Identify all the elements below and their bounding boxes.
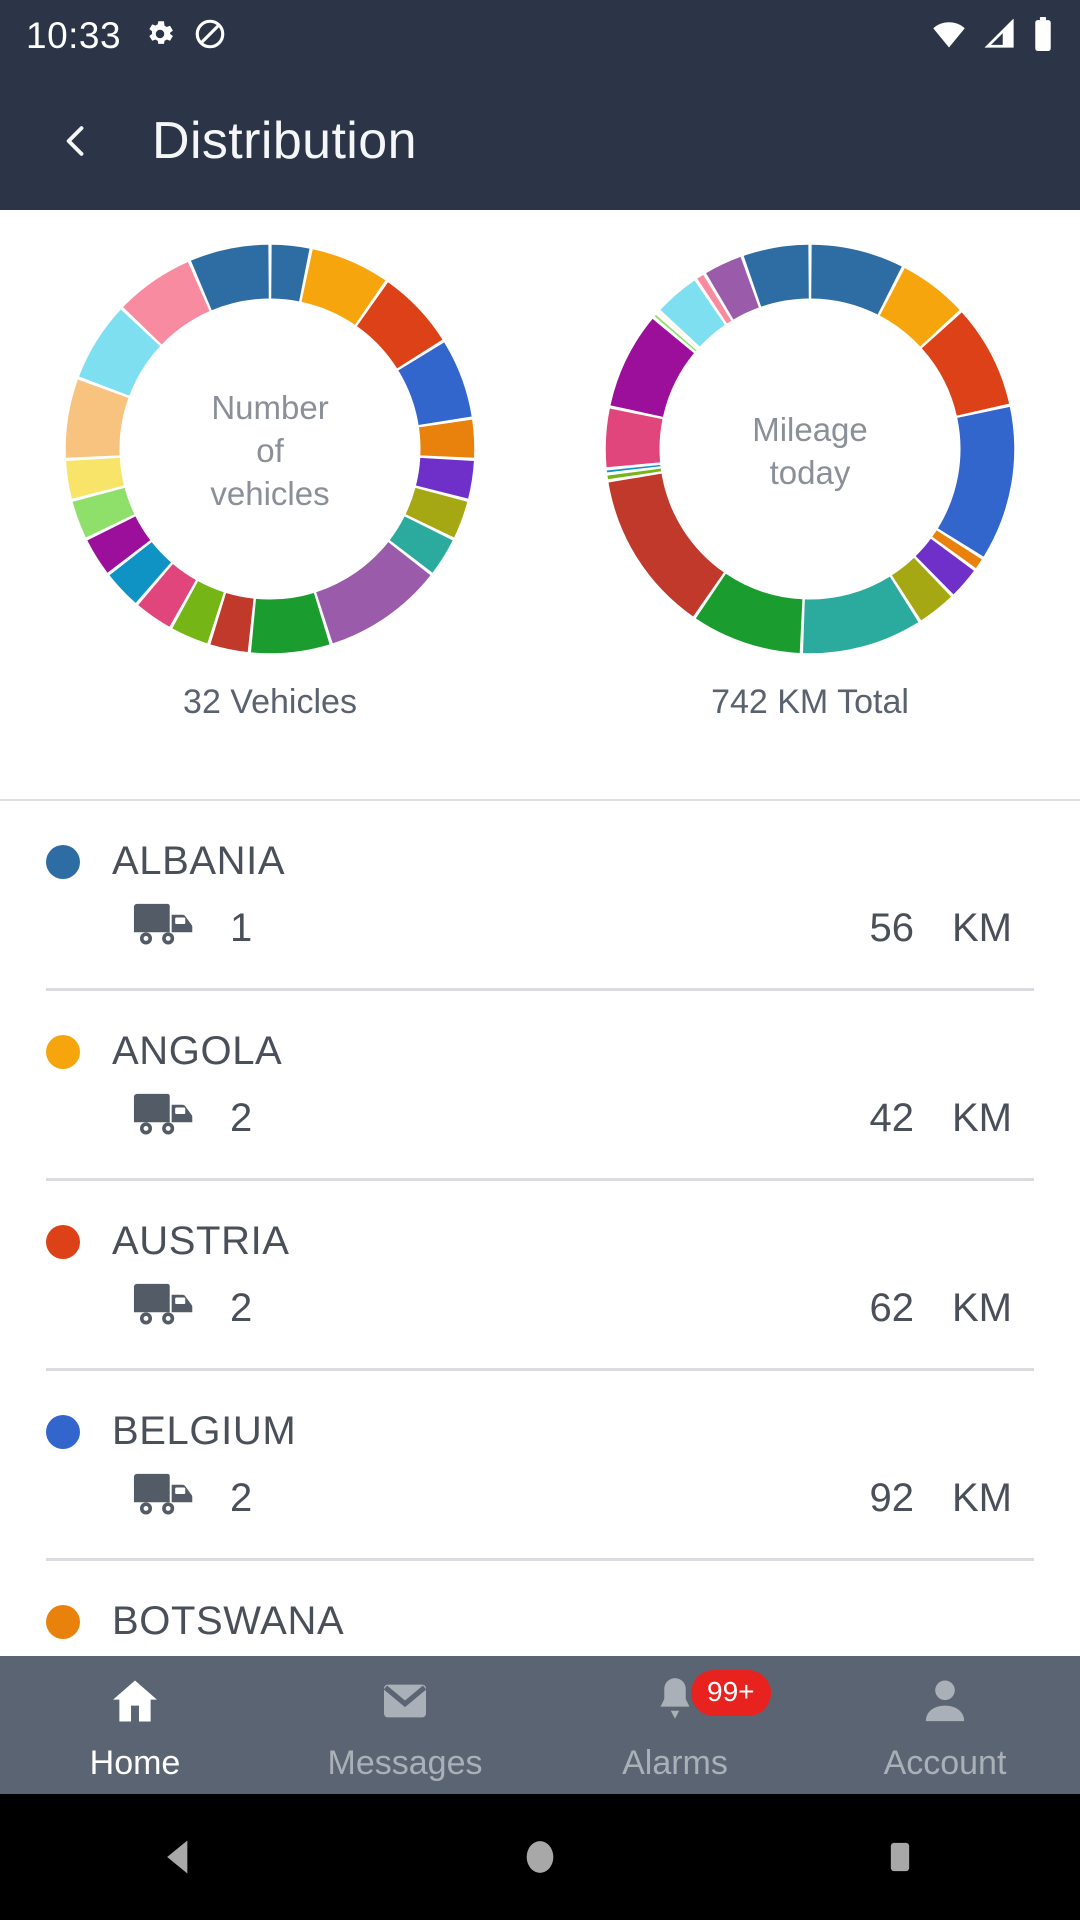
vehicle-count: 2	[230, 1286, 252, 1331]
android-home-button[interactable]	[480, 1794, 600, 1920]
bottom-navigation-bar: Home Messages Alarms 99+ Account	[0, 1656, 1080, 1794]
battery-icon	[1032, 17, 1054, 56]
list-item-body: 2 42 KM	[0, 1074, 1080, 1147]
country-name: BOTSWANA	[112, 1599, 344, 1644]
triangle-back-icon	[158, 1835, 202, 1879]
nav-item-label: Messages	[328, 1744, 483, 1783]
distance-value: 62	[870, 1286, 915, 1331]
nav-item-label: Alarms	[622, 1744, 728, 1783]
truck-icon	[132, 900, 202, 952]
truck-icon-wrap	[132, 1470, 202, 1527]
list-item[interactable]: BOTSWANA	[0, 1561, 1080, 1656]
country-name: AUSTRIA	[112, 1219, 290, 1264]
circle-home-icon	[520, 1837, 560, 1877]
nav-item-home[interactable]: Home	[0, 1656, 270, 1794]
charts-section: Number of vehicles 32 Vehicles Mileage t…	[0, 210, 1080, 799]
list-item[interactable]: BELGIUM 2 92 KM	[0, 1371, 1080, 1561]
vehicle-count: 2	[230, 1096, 252, 1141]
vehicles-chart-cell: Number of vehicles 32 Vehicles	[0, 210, 540, 799]
donut-slice[interactable]	[609, 474, 724, 617]
settings-gear-icon	[143, 17, 177, 56]
donut-slice[interactable]	[419, 420, 474, 458]
vehicles-total-caption: 32 Vehicles	[183, 683, 357, 722]
do-not-disturb-icon	[193, 17, 227, 56]
donut-slice[interactable]	[610, 319, 694, 417]
nav-item-label: Account	[884, 1744, 1007, 1783]
mail-icon	[377, 1673, 433, 1729]
list-item-header: AUSTRIA	[0, 1181, 1080, 1264]
distance-unit: KM	[952, 1476, 1024, 1521]
country-color-dot	[46, 1225, 80, 1259]
chevron-left-icon	[54, 119, 98, 163]
country-name: ANGOLA	[112, 1029, 282, 1074]
list-item-body: 2 92 KM	[0, 1454, 1080, 1527]
home-icon-wrap	[107, 1673, 163, 1734]
list-item-body: 2 62 KM	[0, 1264, 1080, 1337]
nav-item-account[interactable]: Account	[810, 1656, 1080, 1794]
status-bar-left-icons	[143, 17, 227, 56]
status-bar: 10:33	[0, 0, 1080, 72]
distance-unit: KM	[952, 1286, 1024, 1331]
back-button[interactable]	[28, 93, 124, 189]
country-name: BELGIUM	[112, 1409, 296, 1454]
country-color-dot	[46, 1605, 80, 1639]
truck-icon-wrap	[132, 1090, 202, 1147]
cellular-signal-icon	[982, 19, 1018, 54]
donut-slice[interactable]	[938, 407, 1014, 557]
square-recents-icon	[880, 1837, 920, 1877]
country-color-dot	[46, 1415, 80, 1449]
home-icon	[107, 1673, 163, 1729]
truck-icon-wrap	[132, 1280, 202, 1337]
notification-badge: 99+	[691, 1670, 771, 1716]
country-color-dot	[46, 845, 80, 879]
list-item-header: ALBANIA	[0, 801, 1080, 884]
truck-icon	[132, 1280, 202, 1332]
mileage-donut-chart[interactable]	[595, 234, 1025, 664]
mileage-total-caption: 742 KM Total	[711, 683, 909, 722]
app-bar: Distribution	[0, 72, 1080, 210]
list-item-header: BOTSWANA	[0, 1561, 1080, 1644]
vehicle-count: 1	[230, 906, 252, 951]
country-distribution-list[interactable]: ALBANIA 156KMANGOLA 242KMAUSTRIA 262KMBE…	[0, 801, 1080, 1656]
mileage-donut-wrap: Mileage today	[595, 234, 1025, 669]
android-recents-button[interactable]	[840, 1794, 960, 1920]
mileage-chart-cell: Mileage today 742 KM Total	[540, 210, 1080, 799]
list-item[interactable]: ALBANIA 1 56 KM	[0, 801, 1080, 991]
distance-unit: KM	[952, 906, 1024, 951]
distance-value: 92	[870, 1476, 915, 1521]
page-title: Distribution	[152, 111, 417, 171]
truck-icon	[132, 1090, 202, 1142]
truck-icon	[132, 1470, 202, 1522]
nav-item-messages[interactable]: Messages	[270, 1656, 540, 1794]
list-item[interactable]: AUSTRIA 2 62 KM	[0, 1181, 1080, 1371]
distance-unit: KM	[952, 1096, 1024, 1141]
country-name: ALBANIA	[112, 839, 285, 884]
status-bar-right-icons	[930, 17, 1054, 56]
list-item[interactable]: ANGOLA 2 42 KM	[0, 991, 1080, 1181]
android-back-button[interactable]	[120, 1794, 240, 1920]
vehicle-count: 2	[230, 1476, 252, 1521]
mail-icon-wrap	[377, 1673, 433, 1734]
status-bar-clock: 10:33	[26, 15, 121, 57]
android-navigation-bar	[0, 1794, 1080, 1920]
person-icon	[917, 1673, 973, 1729]
list-item-header: ANGOLA	[0, 991, 1080, 1074]
person-icon-wrap	[917, 1673, 973, 1734]
nav-item-label: Home	[90, 1744, 181, 1783]
app-screen: 10:33	[0, 0, 1080, 1920]
donut-slice[interactable]	[251, 593, 330, 653]
distance-value: 56	[870, 906, 915, 951]
distance-value: 42	[870, 1096, 915, 1141]
vehicles-donut-chart[interactable]	[55, 234, 485, 664]
truck-icon-wrap	[132, 900, 202, 957]
wifi-icon	[930, 19, 968, 54]
list-item-body: 1 56 KM	[0, 884, 1080, 957]
list-item-header: BELGIUM	[0, 1371, 1080, 1454]
country-color-dot	[46, 1035, 80, 1069]
vehicles-donut-wrap: Number of vehicles	[55, 234, 485, 669]
nav-item-alarms[interactable]: Alarms 99+	[540, 1656, 810, 1794]
donut-slice[interactable]	[606, 409, 663, 468]
